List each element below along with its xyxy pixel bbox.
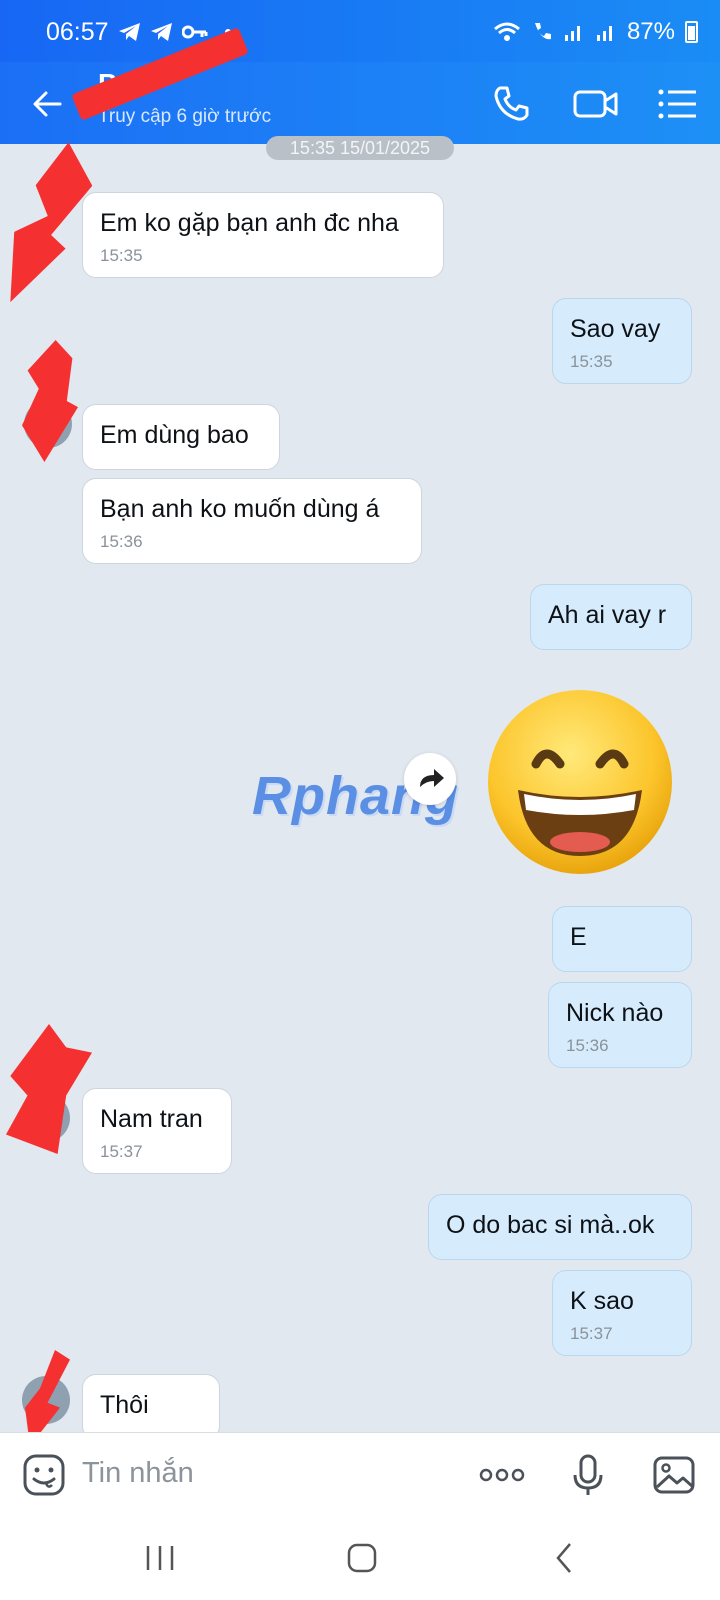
status-bar: 06:57 87% xyxy=(0,0,720,62)
message-time: 15:37 xyxy=(570,1324,613,1343)
message-time: 15:36 xyxy=(566,1036,609,1055)
image-gallery-icon[interactable] xyxy=(652,1453,696,1497)
key-icon xyxy=(182,25,208,39)
message-time: 15:37 xyxy=(100,1142,143,1161)
message-text: Em ko gặp bạn anh đc nha xyxy=(100,209,399,237)
message-text: Sao vay xyxy=(570,315,661,343)
message-outgoing[interactable]: O do bac si mà..ok xyxy=(428,1194,692,1260)
message-outgoing[interactable]: Nick nào 15:36 xyxy=(548,982,692,1068)
date-chip: 15:35 15/01/2025 xyxy=(266,136,454,160)
redaction-mark xyxy=(6,1024,92,1154)
home-icon[interactable] xyxy=(344,1540,380,1576)
message-time: 15:35 xyxy=(100,246,143,265)
status-time: 06:57 xyxy=(46,18,109,46)
message-outgoing[interactable]: Ah ai vay r xyxy=(530,584,692,650)
more-options-icon[interactable] xyxy=(478,1453,526,1497)
telegram-icon xyxy=(151,23,172,41)
message-text: E xyxy=(570,923,587,951)
emoji-sticker-icon[interactable] xyxy=(22,1453,66,1497)
status-right: 87% xyxy=(493,18,698,46)
message-input[interactable]: Tin nhắn xyxy=(82,1457,194,1490)
forward-button[interactable] xyxy=(404,753,456,805)
battery-icon xyxy=(685,21,698,43)
message-outgoing[interactable]: E xyxy=(552,906,692,972)
back-arrow-icon[interactable] xyxy=(28,84,68,124)
recent-apps-icon[interactable] xyxy=(142,1540,178,1576)
last-seen: Truy cập 6 giờ trước xyxy=(98,106,272,127)
wifi-icon xyxy=(493,22,520,41)
message-input-bar: Tin nhắn xyxy=(0,1432,720,1516)
message-outgoing[interactable]: Sao vay 15:35 xyxy=(552,298,692,384)
microphone-icon[interactable] xyxy=(566,1453,610,1497)
redaction-mark xyxy=(22,340,78,462)
message-incoming[interactable]: Em dùng bao xyxy=(82,404,280,470)
message-time: 15:36 xyxy=(100,532,143,551)
message-incoming[interactable]: Nam tran 15:37 xyxy=(82,1088,232,1174)
forward-arrow-icon xyxy=(420,769,444,787)
message-text: Nam tran xyxy=(100,1105,203,1133)
message-text: O do bac si mà..ok xyxy=(446,1211,655,1239)
telegram-icon xyxy=(119,23,140,41)
wifi-call-icon xyxy=(534,23,551,40)
message-text: Nick nào xyxy=(566,999,664,1027)
grinning-face-sticker[interactable] xyxy=(484,686,676,878)
message-incoming[interactable]: Em ko gặp bạn anh đc nha 15:35 xyxy=(82,192,444,278)
message-incoming[interactable]: Thôi xyxy=(82,1374,220,1440)
message-time: 15:35 xyxy=(570,352,613,371)
video-call-icon[interactable] xyxy=(572,82,620,126)
signal-icon xyxy=(596,26,612,41)
back-nav-icon[interactable] xyxy=(548,1540,584,1576)
message-text: Ah ai vay r xyxy=(548,601,667,629)
message-incoming[interactable]: Bạn anh ko muốn dùng á 15:36 xyxy=(82,478,422,564)
message-text: Thôi xyxy=(100,1391,149,1419)
phone-call-icon[interactable] xyxy=(490,82,534,126)
message-text: Em dùng bao xyxy=(100,421,249,449)
menu-list-icon[interactable] xyxy=(656,82,700,126)
message-text: Bạn anh ko muốn dùng á xyxy=(100,495,380,523)
message-text: K sao xyxy=(570,1287,634,1315)
message-outgoing[interactable]: K sao 15:37 xyxy=(552,1270,692,1356)
battery-percent: 87% xyxy=(626,18,675,45)
system-nav-bar xyxy=(0,1516,720,1600)
signal-icon xyxy=(564,26,580,41)
